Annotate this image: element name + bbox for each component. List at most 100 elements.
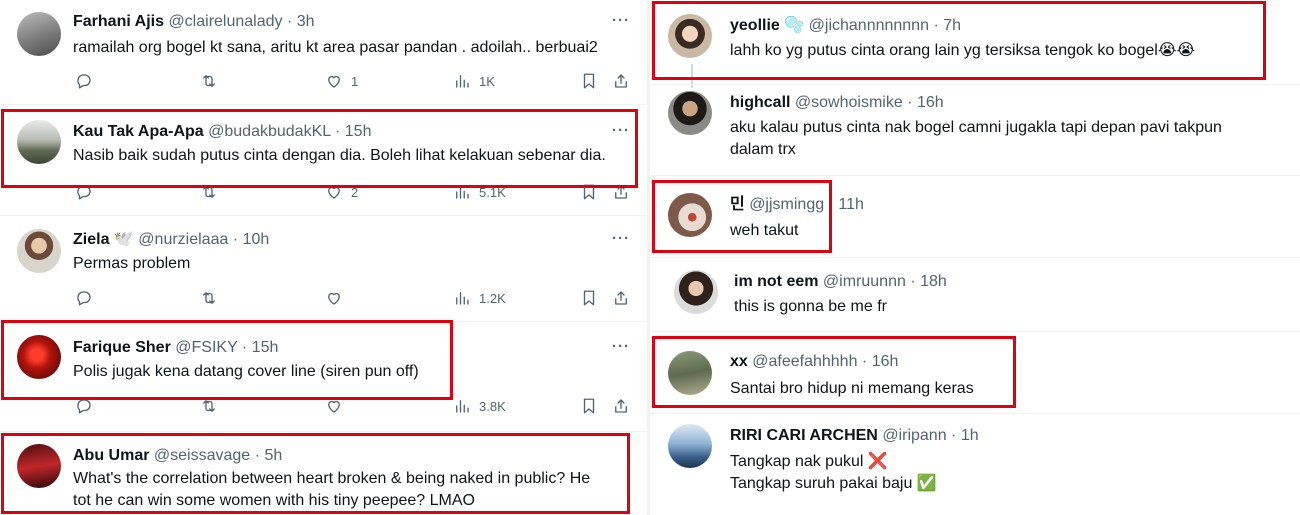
avatar[interactable] xyxy=(17,12,61,56)
reply-button[interactable] xyxy=(75,183,93,201)
timestamp[interactable]: 7h xyxy=(943,17,961,34)
author-name[interactable]: Abu Umar xyxy=(73,447,149,464)
avatar[interactable] xyxy=(17,120,61,164)
author-handle[interactable]: @imruunnn xyxy=(823,273,906,290)
retweet-button[interactable] xyxy=(200,397,218,415)
author-handle[interactable]: @budakbudakKL xyxy=(208,123,330,140)
timestamp[interactable]: 18h xyxy=(920,273,947,290)
separator-dot: · xyxy=(861,353,868,370)
tweet-min[interactable]: 민 @jjsmingg · 11h weh takut xyxy=(650,176,1300,256)
author-handle[interactable]: @afeefahhhhh xyxy=(752,353,857,370)
timestamp[interactable]: 15h xyxy=(345,123,372,140)
avatar[interactable] xyxy=(668,351,712,395)
action-bar: 1.2K xyxy=(75,289,635,311)
author-name[interactable]: RIRI CARI ARCHEN xyxy=(730,427,878,444)
author-name[interactable]: Farique Sher xyxy=(73,339,171,356)
tweet-highcall[interactable]: highcall @sowhoismike · 16h aku kalau pu… xyxy=(650,85,1300,175)
avatar[interactable] xyxy=(668,193,712,237)
author-name[interactable]: highcall xyxy=(730,94,790,111)
avatar[interactable] xyxy=(17,229,61,273)
author-name[interactable]: im not eem xyxy=(734,273,818,290)
tweet-kau-tak-apa-apa[interactable]: Kau Tak Apa-Apa @budakbudakKL · 15h ··· … xyxy=(0,105,648,215)
author-handle[interactable]: @seissavage xyxy=(154,447,250,464)
tweet-im-not-eem[interactable]: im not eem @imruunnn · 18h this is gonna… xyxy=(650,258,1300,328)
timestamp[interactable]: 11h xyxy=(838,196,864,213)
author-handle[interactable]: @jichannnnnnnn xyxy=(809,17,929,34)
author-handle[interactable]: @iripann xyxy=(882,427,946,444)
reply-button[interactable] xyxy=(75,72,93,90)
bookmark-button[interactable] xyxy=(580,289,598,307)
tweet-text: ramailah org bogel kt sana, aritu kt are… xyxy=(73,39,598,56)
tweet-farique-sher[interactable]: Farique Sher @FSIKY · 15h ··· Polis juga… xyxy=(0,322,648,432)
like-count: 1 xyxy=(351,73,359,89)
retweet-button[interactable] xyxy=(200,183,218,201)
view-count: 1.2K xyxy=(479,290,506,306)
author-handle[interactable]: @nurzielaaa xyxy=(138,231,228,248)
more-options-icon[interactable]: ··· xyxy=(612,338,630,355)
separator-dot: · xyxy=(828,196,834,213)
avatar[interactable] xyxy=(17,444,61,488)
retweet-icon xyxy=(203,75,215,87)
right-feed-column: yeollie 🫧 @jichannnnnnnn · 7h lahh ko yg… xyxy=(650,0,1300,515)
retweet-button[interactable] xyxy=(200,72,218,90)
views-icon xyxy=(456,400,469,413)
views-button[interactable]: 1.2K xyxy=(453,289,506,307)
author-handle[interactable]: @clairelunalady xyxy=(168,13,282,30)
avatar[interactable] xyxy=(668,424,712,468)
timestamp[interactable]: 10h xyxy=(243,231,270,248)
tweet-ziela[interactable]: Ziela 🕊️ @nurzielaaa · 10h ··· Permas pr… xyxy=(0,216,648,321)
views-button[interactable]: 3.8K xyxy=(453,397,506,415)
avatar[interactable] xyxy=(668,91,712,135)
author-handle[interactable]: @sowhoismike xyxy=(795,94,903,111)
avatar[interactable] xyxy=(674,270,718,314)
timestamp[interactable]: 1h xyxy=(961,427,979,444)
reply-button[interactable] xyxy=(75,289,93,307)
tweet-text: weh takut xyxy=(730,222,799,239)
share-button[interactable] xyxy=(612,289,630,307)
share-button[interactable] xyxy=(612,397,630,415)
avatar[interactable] xyxy=(17,335,61,379)
timestamp[interactable]: 3h xyxy=(297,13,315,30)
views-button[interactable]: 1K xyxy=(453,72,495,90)
tweet-riri-cari-archen[interactable]: RIRI CARI ARCHEN @iripann · 1h Tangkap n… xyxy=(650,414,1300,515)
bookmark-icon xyxy=(583,398,595,414)
timestamp[interactable]: 16h xyxy=(917,94,944,111)
share-icon xyxy=(615,399,627,413)
like-button[interactable]: 2 xyxy=(325,183,358,201)
more-options-icon[interactable]: ··· xyxy=(612,122,630,139)
bookmark-button[interactable] xyxy=(580,183,598,201)
like-button[interactable] xyxy=(325,397,351,415)
author-name[interactable]: xx xyxy=(730,353,748,370)
separator-dot: · xyxy=(335,123,341,140)
tweet-xx[interactable]: xx @afeefahhhhh · 16h Santai bro hidup n… xyxy=(650,332,1300,412)
author-handle[interactable]: @FSIKY xyxy=(175,339,237,356)
tweet-yeollie[interactable]: yeollie 🫧 @jichannnnnnnn · 7h lahh ko yg… xyxy=(650,0,1300,85)
avatar[interactable] xyxy=(668,14,712,58)
more-options-icon[interactable]: ··· xyxy=(612,230,630,247)
bookmark-button[interactable] xyxy=(580,397,598,415)
author-name[interactable]: yeollie xyxy=(730,17,780,34)
retweet-button[interactable] xyxy=(200,289,218,307)
author-name[interactable]: Kau Tak Apa-Apa xyxy=(73,123,204,140)
timestamp[interactable]: 16h xyxy=(872,353,899,370)
tweet-abu-umar[interactable]: Abu Umar @seissavage · 5h What's the cor… xyxy=(0,432,648,515)
separator-dot: · xyxy=(232,231,239,248)
share-button[interactable] xyxy=(612,72,630,90)
tweet-text: Nasib baik sudah putus cinta dengan dia.… xyxy=(73,147,606,164)
timestamp[interactable]: 15h xyxy=(252,339,279,356)
bookmark-icon xyxy=(583,73,595,89)
like-button[interactable]: 1 xyxy=(325,72,358,90)
timestamp[interactable]: 5h xyxy=(264,447,282,464)
author-name[interactable]: 민 xyxy=(730,196,745,213)
author-name[interactable]: Farhani Ajis xyxy=(73,13,164,30)
reply-button[interactable] xyxy=(75,397,93,415)
share-button[interactable] xyxy=(612,183,630,201)
like-button[interactable] xyxy=(325,289,351,307)
tweet-farhani-ajis[interactable]: Farhani Ajis @clairelunalady · 3h ··· ra… xyxy=(0,0,648,105)
views-button[interactable]: 5.1K xyxy=(453,183,506,201)
author-name[interactable]: Ziela xyxy=(73,231,109,248)
tweet-text: lahh ko yg putus cinta orang lain yg ter… xyxy=(730,42,1196,59)
more-options-icon[interactable]: ··· xyxy=(612,12,630,29)
bookmark-button[interactable] xyxy=(580,72,598,90)
author-handle[interactable]: @jjsmingg xyxy=(749,196,824,213)
